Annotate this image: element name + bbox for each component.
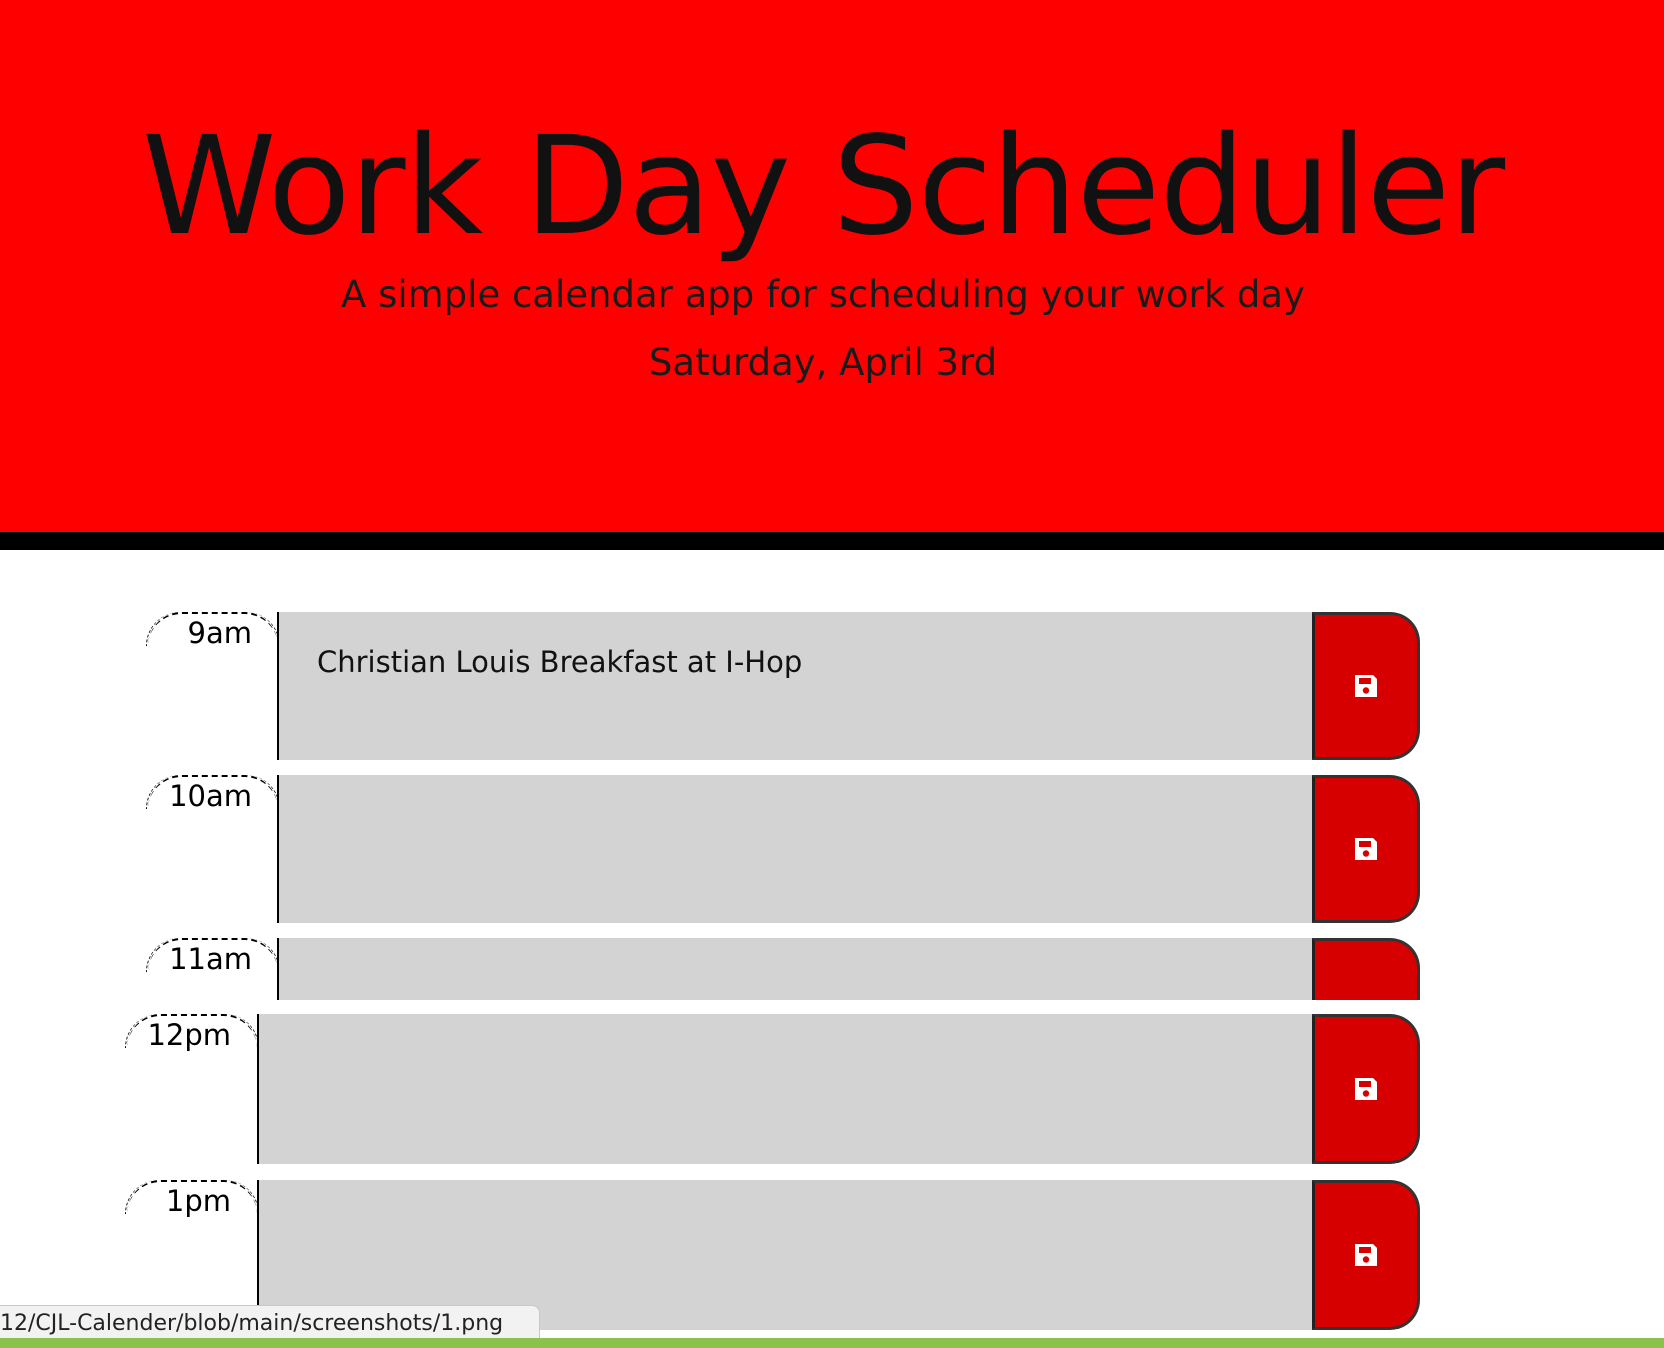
description-textarea[interactable] [277,938,1313,1000]
time-block-11am: 11am [0,938,1664,1000]
floppy-disk-icon [1355,1078,1377,1100]
current-date: Saturday, April 3rd [648,341,998,384]
scheduler-page: Work Day Scheduler A simple calendar app… [0,0,1664,1348]
hour-label: 10am [169,779,252,813]
save-button[interactable] [1312,775,1420,923]
page-subtitle: A simple calendar app for scheduling you… [341,273,1305,316]
description-textarea[interactable]: Christian Louis Breakfast at I-Hop [277,612,1313,760]
save-button[interactable] [1312,612,1420,760]
hour-box: 10am [146,775,280,923]
floppy-disk-icon [1352,998,1380,1000]
hour-label: 11am [169,942,252,976]
link-status-bar: 12/CJL-Calender/blob/main/screenshots/1.… [0,1305,540,1341]
description-textarea[interactable] [257,1014,1313,1164]
page-title: Work Day Scheduler [141,108,1505,266]
hour-label: 1pm [165,1184,231,1218]
floppy-disk-icon [1355,675,1377,697]
bottom-bar [0,1338,1664,1348]
floppy-disk-icon [1355,838,1377,860]
time-block-10am: 10am [0,775,1664,923]
floppy-disk-icon [1355,1244,1377,1266]
save-button[interactable] [1312,1180,1420,1330]
header-background [0,0,1664,532]
hour-label: 12pm [147,1018,231,1052]
clipped-region: 11am [0,938,1664,1000]
description-textarea[interactable] [277,775,1313,923]
save-button[interactable] [1312,938,1420,1000]
save-button[interactable] [1312,1014,1420,1164]
hour-box: 9am [146,612,280,760]
hour-box: 12pm [125,1014,259,1164]
time-block-12pm: 12pm [0,1014,1664,1164]
header-divider [0,532,1664,550]
hour-box: 11am [146,938,280,1000]
time-block-9am: 9am Christian Louis Breakfast at I-Hop [0,612,1664,760]
hour-label: 9am [187,616,252,650]
